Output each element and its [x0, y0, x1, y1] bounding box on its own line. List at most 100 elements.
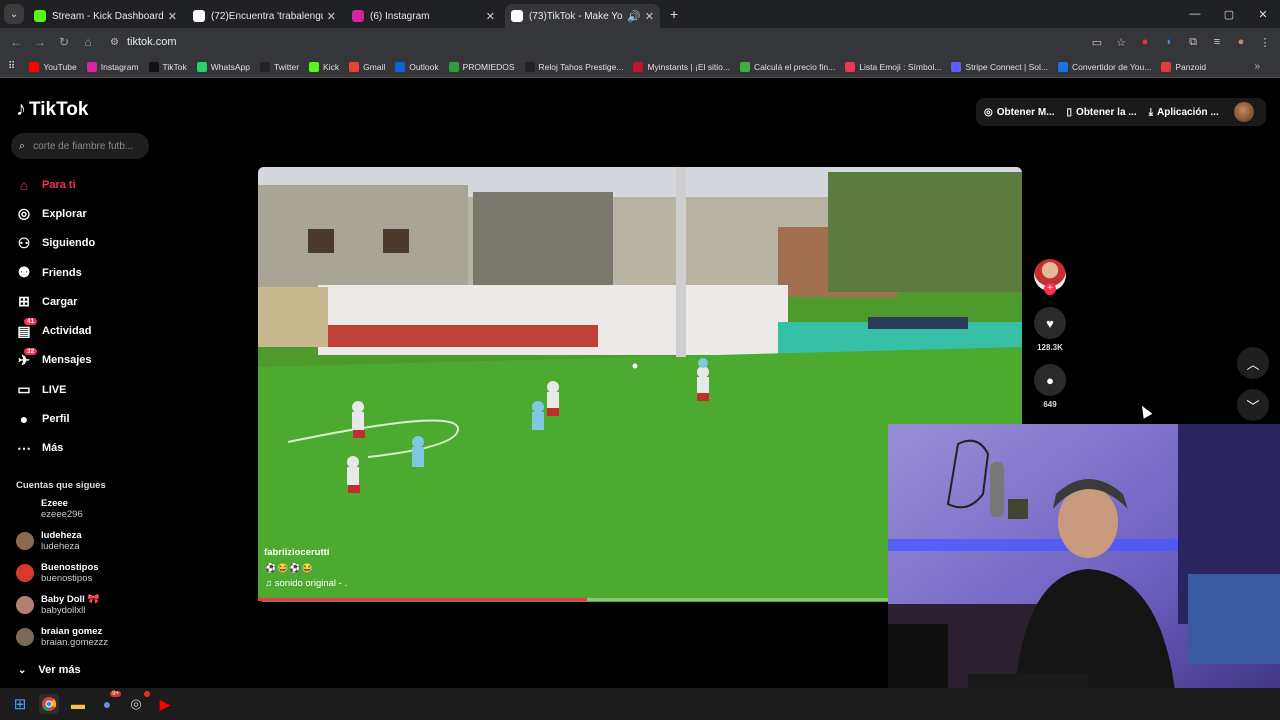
more-bookmarks-icon[interactable]: » [1254, 61, 1260, 72]
bookmark-label: YouTube [43, 61, 77, 72]
follow-plus-icon[interactable]: + [1044, 283, 1056, 295]
followed-account[interactable]: Ezeee ezeee296 [16, 498, 83, 520]
tiktok-logo[interactable]: ♪ TikTok [16, 98, 88, 121]
get-coins-button[interactable]: ◎ Obtener M... [984, 107, 1055, 118]
followed-account[interactable]: Baby Doll 🎀 babydollxll [16, 594, 99, 616]
bookmark-item[interactable]: Gmail [349, 61, 385, 72]
nav-item-mensajes[interactable]: ✈ Mensajes 32 [14, 346, 174, 375]
user-avatar[interactable] [1234, 102, 1254, 122]
bookmark-item[interactable]: Panzoid [1161, 61, 1206, 72]
tab-search-button[interactable]: ⌄ [4, 4, 24, 24]
extensions-icon[interactable]: ⧉ [1186, 36, 1200, 49]
forward-button[interactable]: → [28, 35, 52, 49]
tab-favicon-icon [193, 10, 205, 22]
video-sound[interactable]: ♫ sonido original - . [265, 578, 347, 589]
media-icon[interactable]: ≡ [1210, 36, 1224, 48]
bookmark-item[interactable]: Twitter [260, 61, 299, 72]
profile-avatar-icon[interactable]: ● [1234, 36, 1248, 48]
browser-tab[interactable]: Stream - Kick Dashboard ✕ [28, 4, 183, 28]
extension-blue-icon[interactable]: ◗ [1162, 36, 1176, 48]
bookmark-star-icon[interactable]: ☆ [1114, 36, 1128, 49]
address-bar-row: ← → ↻ ⌂ ⚙ tiktok.com ▭ ☆ ● ◗ ⧉ ≡ ● ⋮ [0, 28, 1280, 56]
tab-title: (72)Encuentra 'trabalenguas' en [211, 10, 323, 22]
bookmark-item[interactable]: Kick [309, 61, 339, 72]
bookmark-item[interactable]: TikTok [148, 61, 187, 72]
minimize-button[interactable]: — [1178, 8, 1212, 20]
next-video-button[interactable]: ﹀ [1237, 389, 1269, 421]
bookmark-item[interactable]: WhatsApp [196, 61, 250, 72]
nav-item-explorar[interactable]: ◎ Explorar [14, 199, 174, 228]
windows-start-icon[interactable]: ⊞ [10, 694, 30, 714]
nav-item-más[interactable]: ⋯ Más [14, 434, 174, 463]
tab-close-icon[interactable]: ✕ [486, 10, 495, 23]
nav-item-friends[interactable]: ⚉ Friends [14, 258, 174, 287]
bookmark-item[interactable]: PROMIEDOS [448, 61, 515, 72]
sound-label: sonido original - . [274, 578, 348, 589]
home-button[interactable]: ⌂ [76, 35, 100, 49]
nav-item-cargar[interactable]: ⊞ Cargar [14, 287, 174, 316]
bookmark-item[interactable]: Stripe Connect | Sol... [951, 61, 1048, 72]
chrome-menu-icon[interactable]: ⋮ [1258, 36, 1272, 49]
bookmark-item[interactable]: Myinstants | ¡El sitio... [633, 61, 730, 72]
nav-item-para-ti[interactable]: ⌂ Para ti [14, 170, 174, 199]
followed-account[interactable]: ludeheza ludeheza [16, 530, 82, 552]
nav-item-perfil[interactable]: ● Perfil [14, 404, 174, 433]
url-field[interactable]: ⚙ tiktok.com [110, 36, 176, 48]
browser-tab[interactable]: (6) Instagram ✕ [346, 4, 501, 28]
browser-tab[interactable]: (72)Encuentra 'trabalenguas' en ✕ [187, 4, 342, 28]
tab-close-icon[interactable]: ✕ [645, 10, 654, 23]
browser-tab[interactable]: (73)TikTok - Make Your Day 🔊 ✕ [505, 4, 660, 28]
bookmark-item[interactable]: Convertidor de You... [1057, 61, 1151, 72]
account-avatar [16, 500, 34, 518]
nav-item-siguiendo[interactable]: ⚇ Siguiendo [14, 229, 174, 258]
followed-account[interactable]: Buenostipos buenostipos [16, 562, 99, 584]
new-tab-button[interactable]: + [670, 6, 678, 22]
file-explorer-icon[interactable]: ▬ [68, 694, 88, 714]
get-app-button[interactable]: ▯ Obtener la ... [1067, 107, 1137, 118]
nav-label: Para ti [42, 178, 76, 191]
comment-button[interactable]: ● [1034, 364, 1066, 396]
close-window-button[interactable]: ✕ [1246, 8, 1280, 21]
video-author[interactable]: fabriizioceruttí [264, 547, 329, 558]
following-heading: Cuentas que sigues [16, 480, 106, 491]
app-icon[interactable]: ◎ [126, 691, 150, 714]
nav-item-live[interactable]: ▭ LIVE [14, 375, 174, 404]
desktop-app-button[interactable]: ⤓ Aplicación ... [1149, 107, 1219, 118]
bookmark-favicon-icon [633, 61, 644, 72]
bookmark-item[interactable]: Outlook [395, 61, 439, 72]
like-count: 128.3K [1037, 343, 1063, 352]
nav-item-actividad[interactable]: ▤ Actividad 41 [14, 316, 174, 345]
get-coins-label: Obtener M... [996, 106, 1055, 118]
reload-button[interactable]: ↻ [52, 35, 76, 49]
like-button[interactable]: ♥ [1034, 307, 1066, 339]
previous-video-button[interactable]: ︿ [1237, 347, 1269, 379]
mute-icon[interactable]: 🔊 [627, 10, 641, 23]
video-progress-bar[interactable] [258, 598, 890, 601]
bookmark-item[interactable]: Reloj Tahos Prestige... [524, 61, 623, 72]
bookmark-item[interactable]: Instagram [86, 61, 139, 72]
account-handle: babydollxll [41, 605, 86, 616]
bookmark-item[interactable]: YouTube [29, 61, 77, 72]
tab-close-icon[interactable]: ✕ [327, 10, 336, 23]
extension-red-icon[interactable]: ● [1138, 36, 1152, 48]
chrome-icon[interactable] [39, 694, 59, 714]
logo-text: TikTok [29, 98, 89, 120]
cast-icon[interactable]: ▭ [1090, 36, 1104, 49]
youtube-icon[interactable]: ▶ [155, 694, 175, 714]
back-button[interactable]: ← [4, 35, 28, 49]
creator-avatar[interactable]: + [1034, 259, 1066, 295]
bookmark-favicon-icon [196, 61, 207, 72]
tab-close-icon[interactable]: ✕ [168, 10, 177, 23]
maximize-button[interactable]: ▢ [1212, 8, 1246, 21]
sidebar-nav: ⌂ Para ti ◎ Explorar ⚇ Siguiendo ⚉ Friends ⊞ Carg… [14, 170, 174, 463]
see-more-button[interactable]: ⌄ Ver más [18, 664, 81, 676]
bookmark-item[interactable]: Calculá el precio fin... [739, 61, 835, 72]
bookmark-item[interactable]: Lista Emoji : Símbol... [845, 61, 941, 72]
followed-account[interactable]: braian gomez braian.gomezzz [16, 626, 108, 648]
discord-icon[interactable]: ● 9+ [97, 691, 121, 714]
chevron-down-icon: ⌄ [18, 664, 27, 676]
chevron-down-icon: ﹀ [1246, 398, 1260, 414]
site-info-icon[interactable]: ⚙ [110, 37, 119, 48]
apps-icon[interactable]: ⠿ [8, 61, 15, 72]
search-input[interactable]: ⌕ corte de fiambre futb... [11, 133, 149, 159]
